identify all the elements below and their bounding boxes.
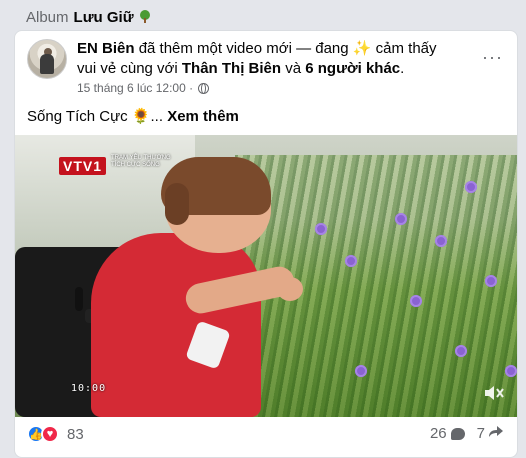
person-hand [277, 277, 303, 301]
sunflower-icon: 🌻 [131, 108, 151, 125]
album-prefix: Album [26, 8, 69, 26]
engagement-stats: 26 7 [430, 425, 503, 442]
flower [395, 213, 407, 225]
avatar[interactable] [27, 39, 67, 79]
person-shirt [91, 233, 261, 417]
album-bar: Album Lưu Giữ [0, 0, 526, 34]
others-link[interactable]: 6 người khác [305, 60, 400, 77]
flower [465, 181, 477, 193]
video-player[interactable]: VTV1 TRẠM YÊU THƯƠNG TÍCH CỰC SỐNG 10:00 [15, 135, 517, 417]
flower [485, 275, 497, 287]
comment-count[interactable]: 26 [430, 425, 447, 442]
timestamp-link[interactable]: 15 tháng 6 lúc 12:00 · [77, 81, 193, 95]
see-more-link[interactable]: Xem thêm [167, 108, 239, 125]
reaction-summary[interactable]: 👍 ♥ 83 [27, 425, 84, 443]
flower [505, 365, 517, 377]
post-header: EN Biên đã thêm một video mới — đang ✨ c… [77, 39, 457, 79]
mute-icon[interactable] [483, 383, 505, 403]
flower [455, 345, 467, 357]
and-text: và [285, 60, 302, 77]
globe-icon [198, 82, 210, 94]
sparkle-icon: ✨ [352, 40, 372, 57]
caption-text: Sống Tích Cực [27, 108, 128, 125]
author-link[interactable]: EN Biên [77, 40, 135, 57]
post-caption: Sống Tích Cực 🌻... Xem thêm [27, 107, 239, 125]
love-icon: ♥ [41, 425, 59, 443]
flower [315, 223, 327, 235]
more-options-icon[interactable]: ··· [482, 47, 503, 68]
post-meta: 15 tháng 6 lúc 12:00 · [77, 81, 210, 95]
flower [435, 235, 447, 247]
album-name-link[interactable]: Lưu Giữ [74, 9, 134, 26]
tree-icon [138, 9, 152, 26]
share-count[interactable]: 7 [477, 425, 485, 442]
flower [355, 365, 367, 377]
post-card: EN Biên đã thêm một video mới — đang ✨ c… [14, 30, 518, 458]
flower [410, 295, 422, 307]
person-ponytail [165, 183, 189, 225]
end-punct: . [400, 60, 405, 77]
action-text: đã thêm một video mới — đang [138, 40, 349, 57]
vtv-program-title: TRẠM YÊU THƯƠNG TÍCH CỰC SỐNG [111, 155, 171, 168]
video-time: 10:00 [71, 383, 107, 394]
share-icon [489, 425, 503, 442]
vtv-logo: VTV1 [59, 157, 107, 175]
reaction-count: 83 [67, 425, 84, 443]
comment-icon [450, 427, 465, 440]
tagged-person-link[interactable]: Thân Thị Biên [182, 60, 281, 77]
flower [345, 255, 357, 267]
caption-ellipsis: ... [150, 108, 164, 125]
